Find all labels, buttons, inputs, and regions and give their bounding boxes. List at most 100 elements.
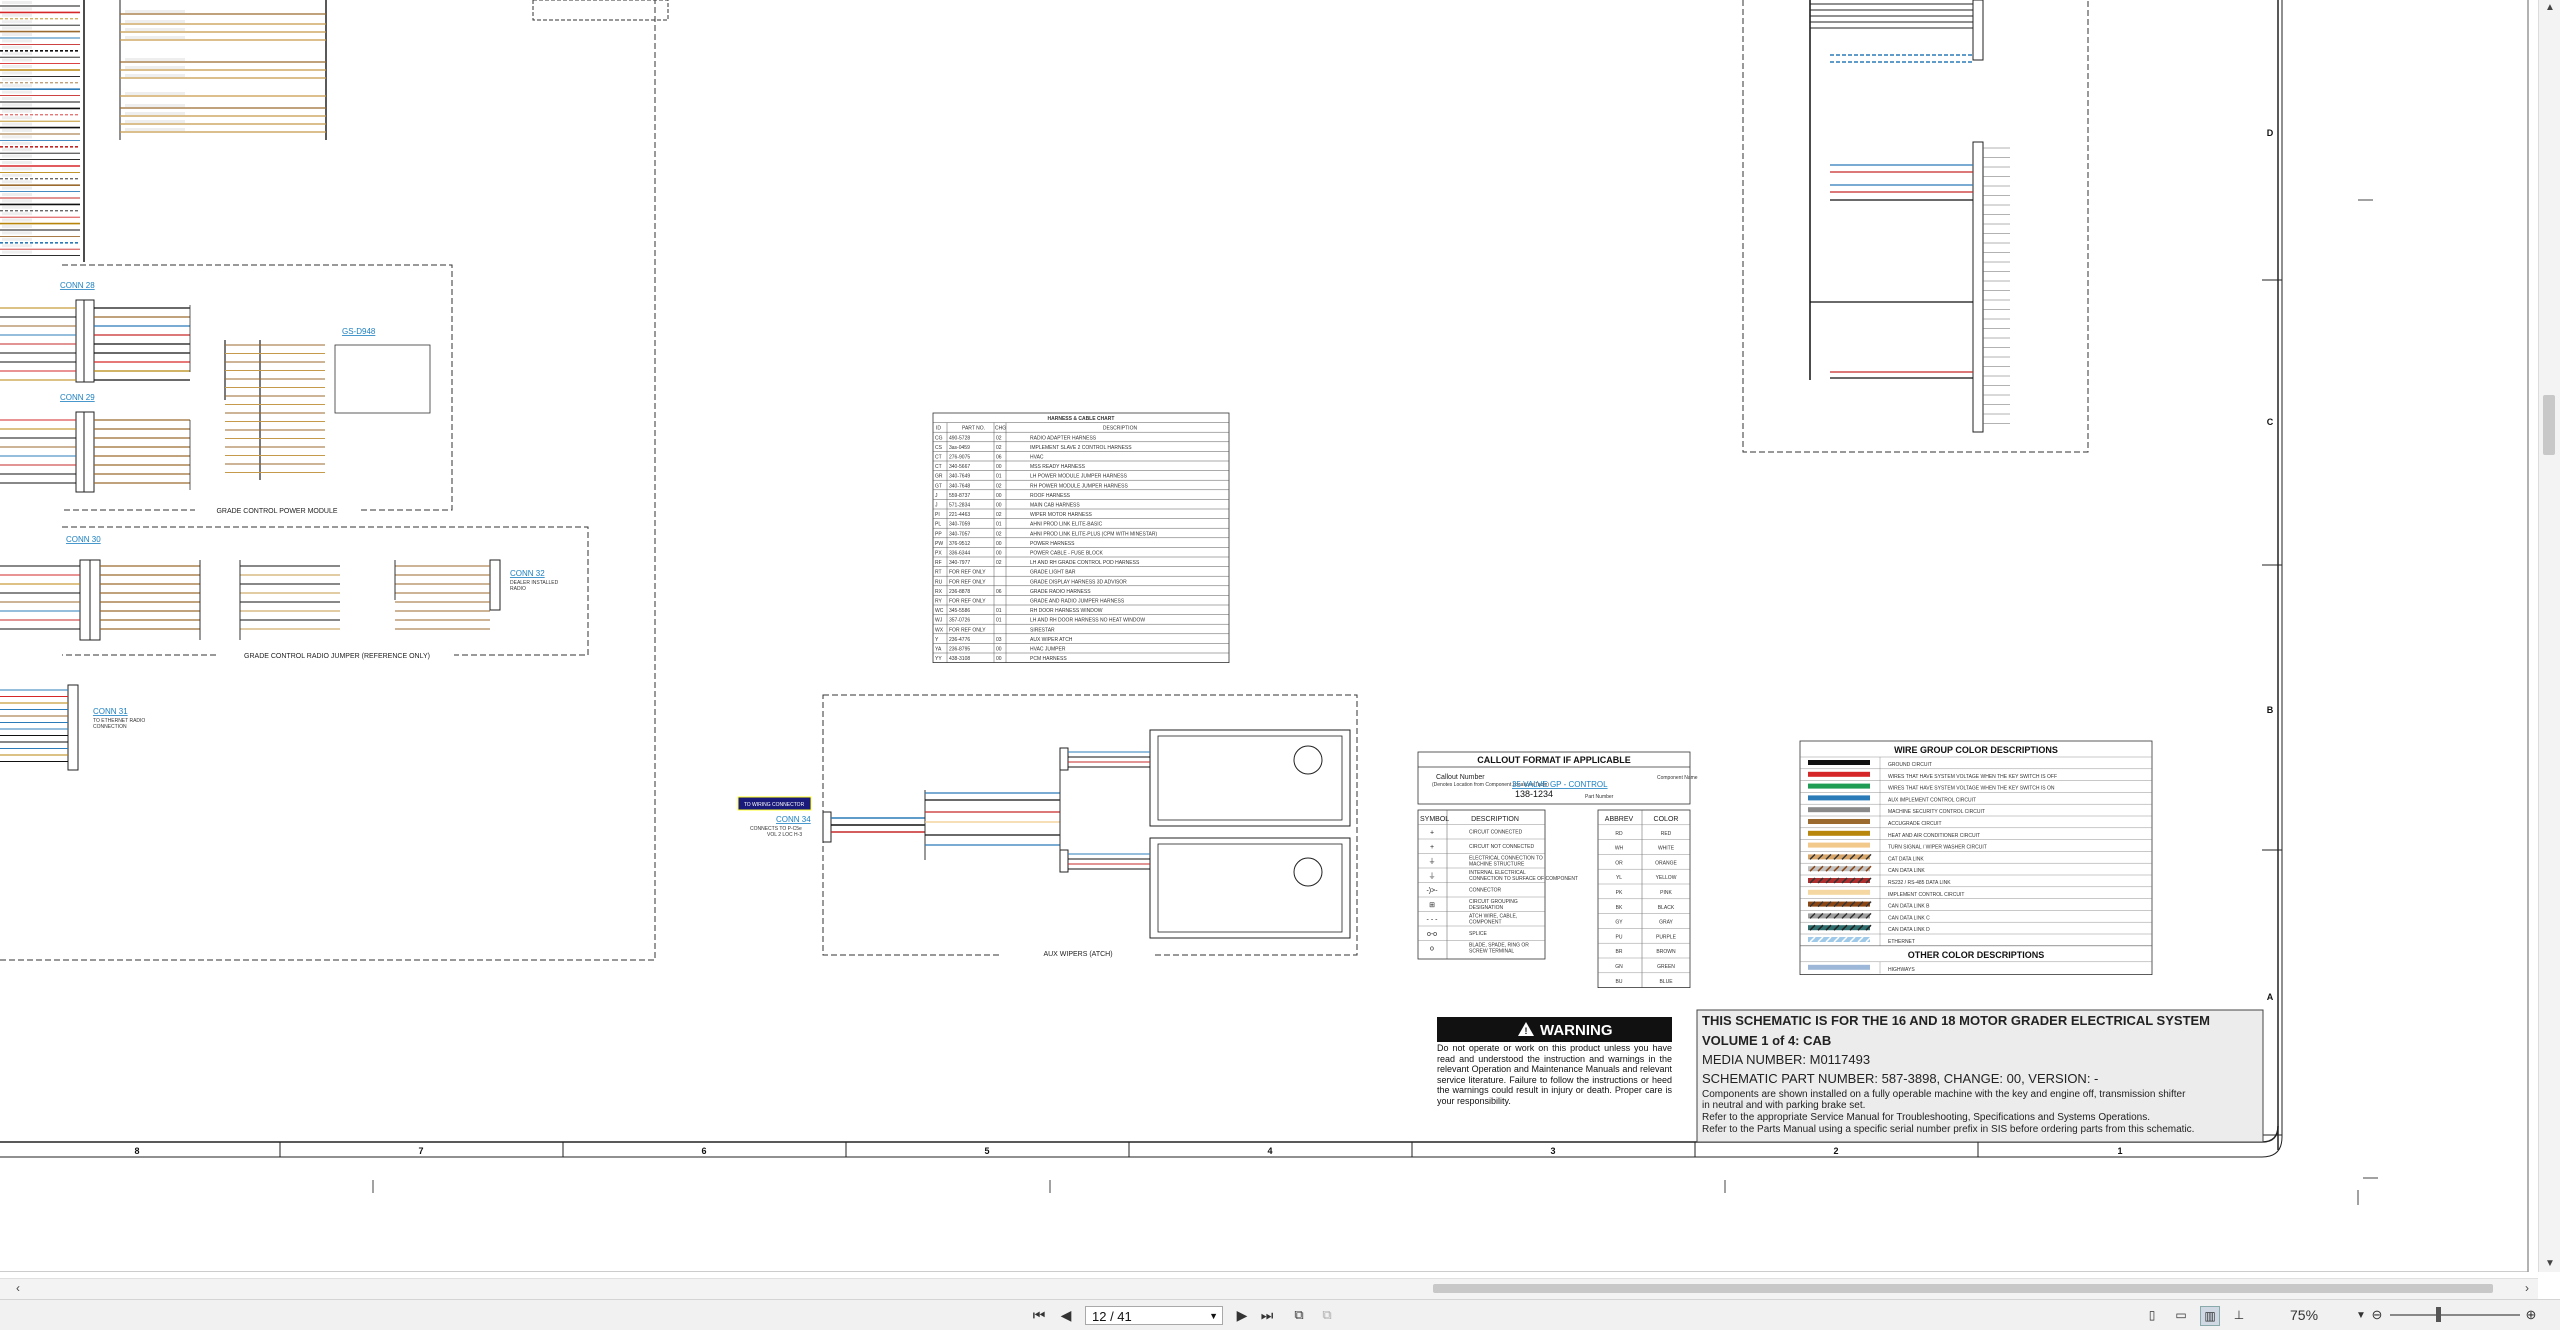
wire-label: IMPLEMENT CONTROL CIRCUIT [1888, 892, 1964, 898]
column-number: 7 [418, 1146, 423, 1156]
row-letter: B [2267, 705, 2274, 715]
chart-cell: 02 [996, 483, 1002, 489]
wire-swatch [1808, 807, 1870, 813]
wire-tag [2, 225, 32, 228]
wire-label: AUX IMPLEMENT CONTROL CIRCUIT [1888, 797, 1976, 803]
column-number: 3 [1550, 1146, 1555, 1156]
rotate-view-icon[interactable]: ⧉ [1290, 1306, 1308, 1324]
chart-cell: 02 [996, 445, 1002, 451]
abbrev-color: BLACK [1658, 905, 1675, 911]
scroll-right-icon[interactable]: › [2525, 1281, 2529, 1295]
previous-page-icon[interactable]: ◀ [1057, 1306, 1075, 1324]
abbrev-header: ABBREV [1605, 816, 1634, 823]
module-label: AUX WIPERS (ATCH) [1043, 951, 1112, 958]
component-link[interactable]: GS-D948 [342, 327, 376, 336]
wire-tag [2, 7, 32, 11]
wire-tag [2, 250, 32, 254]
chart-cell: PW [935, 541, 943, 547]
wire-tag [2, 231, 32, 235]
chart-cell: RH DOOR HARNESS WINDOW [1030, 608, 1103, 614]
wire-tag [125, 128, 185, 131]
chart-cell: 06 [996, 455, 1002, 461]
symbol-desc: CONNECTION TO SURFACE OF COMPONENT [1469, 876, 1578, 882]
symbol-desc: CIRCUIT CONNECTED [1469, 830, 1523, 836]
callout-part-number: 138-1234 [1515, 789, 1553, 799]
callout-example-link[interactable]: 35 VALVE GP - CONTROL [1512, 780, 1608, 789]
connector-block [1972, 0, 1984, 61]
next-page-icon[interactable]: ▶ [1233, 1306, 1251, 1324]
zoom-slider-handle[interactable] [2436, 1307, 2441, 1322]
symbol-glyph: ⏚ [1429, 858, 1436, 866]
chart-cell: RH POWER MODULE JUMPER HARNESS [1030, 483, 1128, 489]
connector-link[interactable]: CONN 32 [510, 569, 545, 578]
wire-tag [2, 161, 32, 164]
continuous-view-icon[interactable]: ▭ [2172, 1306, 2190, 1324]
chart-cell: 336-6344 [949, 551, 970, 557]
zoom-out-icon[interactable]: ⊖ [2368, 1306, 2386, 1324]
connector-link[interactable]: CONN 30 [66, 535, 101, 544]
symbol-glyph: o-o [1427, 931, 1437, 938]
connector-link[interactable]: CONN 29 [60, 393, 95, 402]
chart-header: CHG [995, 426, 1006, 432]
wire-tag [125, 120, 185, 123]
motor-icon [1293, 745, 1323, 775]
chart-cell: 06 [996, 589, 1002, 595]
symbol-table: SYMBOL DESCRIPTION + CIRCUIT CONNECTED + CIRC… [1417, 809, 1578, 960]
chart-cell: GRADE LIGHT BAR [1030, 570, 1076, 576]
wiring-connector-callout[interactable]: TO WIRING CONNECTOR [744, 802, 805, 808]
symbol-desc: DESIGNATION [1469, 905, 1503, 911]
connector-block [83, 411, 95, 493]
symbol-desc: COMPONENT [1469, 920, 1502, 926]
page-selector[interactable]: 12 / 41 ▼ [1085, 1306, 1223, 1325]
chart-cell: AHNI PROD LINK ELITE-BASIC [1030, 522, 1103, 528]
right-wiring-drawing [1809, 0, 2010, 433]
connector-desc: VOL 2 LOC H-3 [767, 832, 802, 838]
scroll-down-icon[interactable]: ▼ [2545, 1258, 2555, 1269]
callout-right-label: Component Name [1657, 775, 1698, 781]
connector-desc: RADIO [510, 586, 526, 592]
wire-swatch [1808, 830, 1870, 836]
chart-cell: FOR REF ONLY [949, 579, 986, 585]
chart-cell: 236-4776 [949, 637, 970, 643]
wire-label: RS232 / RS-485 DATA LINK [1888, 880, 1951, 886]
connector-link[interactable]: CONN 34 [776, 815, 811, 824]
zoom-slider-track[interactable] [2390, 1314, 2520, 1316]
schematic-sheet: 8 7 6 5 4 3 2 1 D C B A GRADE CONTROL PO… [0, 0, 2529, 1272]
chart-cell: LH AND RH GRADE CONTROL POD HARNESS [1030, 560, 1140, 566]
horizontal-scrollbar[interactable]: ‹ › [0, 1278, 2538, 1299]
chart-cell: GT [935, 483, 942, 489]
symbol-desc: CIRCUIT NOT CONNECTED [1469, 844, 1534, 850]
horizontal-scroll-thumb[interactable] [1433, 1284, 2493, 1293]
vertical-scrollbar[interactable]: ▲ ▼ [2538, 0, 2560, 1272]
connector-block [83, 299, 95, 383]
chart-cell: 340-7649 [949, 474, 970, 480]
warning-text: Do not operate or work on this product u… [1437, 1043, 1672, 1106]
last-page-icon[interactable]: ⏭ [1258, 1306, 1276, 1324]
chart-cell: 00 [996, 464, 1002, 470]
first-page-icon[interactable]: ⏮ [1030, 1306, 1048, 1324]
vertical-scroll-thumb[interactable] [2543, 395, 2555, 455]
wire-tag [2, 52, 32, 56]
copy-view-icon[interactable]: ⧉ [1318, 1306, 1336, 1324]
chart-cell: AHNI PROD LINK ELITE-PLUS (CPM WITH MINE… [1030, 531, 1157, 537]
chart-cell: 340-5667 [949, 464, 970, 470]
scroll-up-icon[interactable]: ▲ [2545, 2, 2555, 13]
fit-view-icon[interactable]: ⊥ [2230, 1306, 2248, 1324]
two-page-view-icon[interactable]: ▥ [2200, 1306, 2220, 1326]
wire-tag [2, 1, 32, 4]
chart-cell: 490-5728 [949, 435, 970, 441]
title-line2: VOLUME 1 of 4: CAB [1702, 1033, 1831, 1048]
wire-tag [125, 74, 185, 77]
connector-block [67, 684, 79, 771]
wire-label: TURN SIGNAL / WIPER WASHER CIRCUIT [1888, 845, 1987, 851]
abbrev-code: BK [1616, 905, 1623, 911]
zoom-in-icon[interactable]: ⊕ [2522, 1306, 2540, 1324]
connector-link[interactable]: CONN 28 [60, 281, 95, 290]
chart-cell: PP [935, 531, 942, 537]
symbol-desc: MACHINE STRUCTURE [1469, 862, 1525, 868]
zoom-level[interactable]: 75% [2290, 1307, 2318, 1323]
scroll-left-icon[interactable]: ‹ [16, 1281, 20, 1295]
connector-link[interactable]: CONN 31 [93, 707, 128, 716]
single-page-view-icon[interactable]: ▯ [2143, 1306, 2161, 1324]
callout-part-sub: Part Number [1585, 794, 1614, 800]
